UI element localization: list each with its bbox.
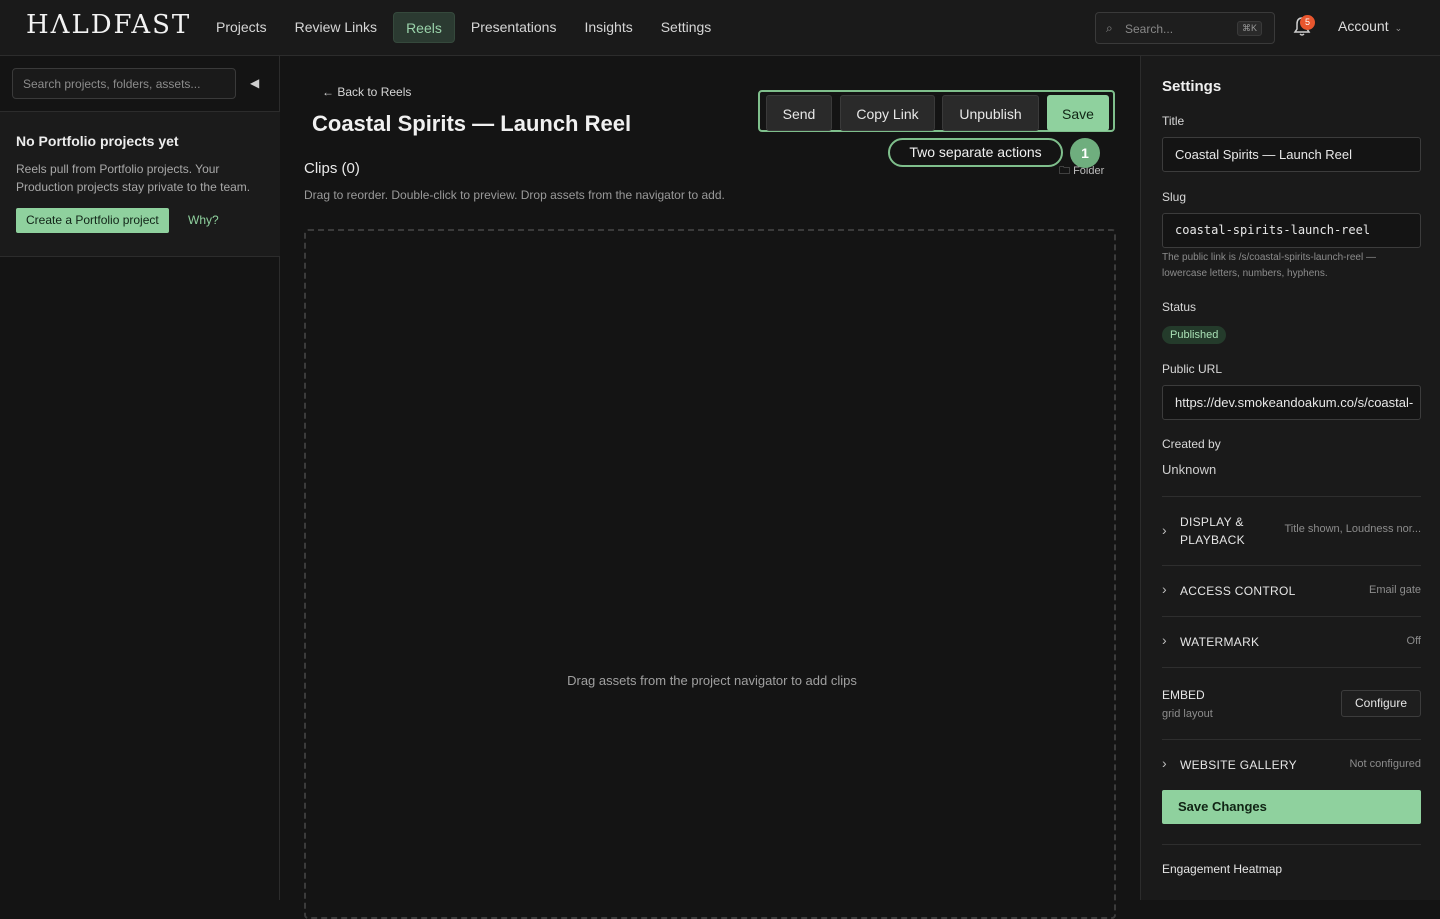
annotation-step-marker: 1	[1070, 138, 1100, 168]
nav-presentations[interactable]: Presentations	[459, 12, 569, 43]
slug-field[interactable]: coastal-spirits-launch-reel	[1162, 213, 1421, 248]
settings-panel: Settings Title Coastal Spirits — Launch …	[1140, 56, 1440, 900]
section-name: DISPLAY & PLAYBACK	[1180, 515, 1245, 547]
search-shortcut: ⌘K	[1236, 21, 1262, 36]
section-website-gallery[interactable]: › WEBSITE GALLERY Not configured	[1162, 755, 1421, 774]
title-field[interactable]: Coastal Spirits — Launch Reel	[1162, 137, 1421, 172]
search-icon: ⌕	[1106, 21, 1113, 35]
created-by-label: Created by	[1162, 437, 1221, 451]
nav-reels[interactable]: Reels	[393, 12, 455, 43]
reel-editor: ← Back to Reels Coastal Spirits — Launch…	[280, 56, 1140, 919]
section-access-control[interactable]: › ACCESS CONTROL Email gate	[1162, 581, 1421, 600]
account-menu[interactable]: Account ⌄	[1338, 18, 1402, 34]
folder-icon: 🗀	[1059, 165, 1070, 177]
created-by-value: Unknown	[1162, 462, 1217, 477]
copy-link-button[interactable]: Copy Link	[840, 95, 935, 131]
divider	[1162, 496, 1421, 497]
section-summary: Email gate	[1369, 584, 1421, 596]
section-summary: Title shown, Loudness nor...	[1284, 523, 1421, 535]
public-url-field[interactable]: https://dev.smokeandoakum.co/s/coastal-	[1162, 385, 1421, 420]
back-to-reels-link[interactable]: ← Back to Reels	[322, 85, 411, 99]
public-url-label: Public URL	[1162, 362, 1223, 376]
section-display-playback[interactable]: › DISPLAY & PLAYBACK Title shown, Loudne…	[1162, 513, 1421, 549]
section-watermark[interactable]: › WATERMARK Off	[1162, 632, 1421, 651]
empty-state-panel: No Portfolio projects yet Reels pull fro…	[0, 112, 280, 257]
save-button[interactable]: Save	[1047, 95, 1109, 131]
divider	[1162, 667, 1421, 668]
chevron-right-icon: ›	[1162, 755, 1167, 771]
send-button[interactable]: Send	[766, 95, 832, 131]
nav-settings[interactable]: Settings	[649, 12, 724, 43]
nav-review-links[interactable]: Review Links	[283, 12, 389, 43]
dropzone-text: Drag assets from the project navigator t…	[567, 673, 857, 688]
brand-logo[interactable]: HɅLDFAST	[26, 10, 191, 40]
notification-badge: 5	[1300, 15, 1315, 30]
section-summary: Off	[1406, 635, 1421, 647]
empty-state-title: No Portfolio projects yet	[16, 133, 179, 149]
top-bar: HɅLDFAST Projects Review Links Reels Pre…	[0, 0, 1440, 56]
save-changes-button[interactable]: Save Changes	[1162, 790, 1421, 824]
section-name: WATERMARK	[1180, 635, 1260, 649]
chevron-down-icon: ⌄	[1394, 23, 1403, 33]
status-badge: Published	[1162, 326, 1227, 344]
title-label: Title	[1162, 114, 1185, 128]
engagement-heatmap-heading: Engagement Heatmap	[1162, 862, 1283, 876]
slug-label: Slug	[1162, 190, 1187, 204]
section-name: ACCESS CONTROL	[1180, 584, 1296, 598]
clips-heading: Clips (0)	[304, 160, 360, 177]
navigator-search-input[interactable]: Search projects, folders, assets...	[12, 68, 236, 99]
clips-help-text: Drag to reorder. Double-click to preview…	[304, 188, 725, 202]
empty-state-description: Reels pull from Portfolio projects. Your…	[16, 162, 251, 194]
search-placeholder: Search...	[1125, 22, 1174, 36]
create-portfolio-project-button[interactable]: Create a Portfolio project	[16, 208, 169, 233]
section-summary: Not configured	[1349, 758, 1421, 770]
divider	[1162, 565, 1421, 566]
unpublish-button[interactable]: Unpublish	[942, 95, 1039, 131]
embed-summary: grid layout	[1162, 708, 1213, 720]
collapse-sidebar-icon[interactable]: ◀	[250, 76, 259, 90]
divider	[1162, 616, 1421, 617]
account-label: Account	[1338, 18, 1389, 34]
embed-section-name: EMBED	[1162, 688, 1205, 702]
chevron-right-icon: ›	[1162, 581, 1167, 597]
status-label: Status	[1162, 300, 1197, 314]
page-title: Coastal Spirits — Launch Reel	[312, 111, 632, 136]
chevron-right-icon: ›	[1162, 522, 1167, 538]
section-name: WEBSITE GALLERY	[1180, 758, 1297, 772]
divider	[1162, 739, 1421, 740]
configure-embed-button[interactable]: Configure	[1341, 690, 1421, 717]
project-navigator: Search projects, folders, assets... ◀ No…	[0, 56, 280, 900]
annotation-note: Two separate actions	[888, 138, 1063, 167]
slug-hint: The public link is /s/coastal-spirits-la…	[1162, 252, 1376, 279]
nav-insights[interactable]: Insights	[572, 12, 644, 43]
clips-dropzone[interactable]: Drag assets from the project navigator t…	[304, 229, 1116, 919]
global-search-input[interactable]: ⌕ Search... ⌘K	[1095, 12, 1275, 44]
divider	[1162, 844, 1421, 845]
chevron-right-icon: ›	[1162, 632, 1167, 648]
why-link[interactable]: Why?	[188, 213, 219, 227]
nav-projects[interactable]: Projects	[204, 12, 279, 43]
main-nav: Projects Review Links Reels Presentation…	[204, 12, 723, 43]
settings-heading: Settings	[1162, 78, 1222, 95]
action-button-group: Send Copy Link Unpublish Save	[758, 90, 1115, 132]
